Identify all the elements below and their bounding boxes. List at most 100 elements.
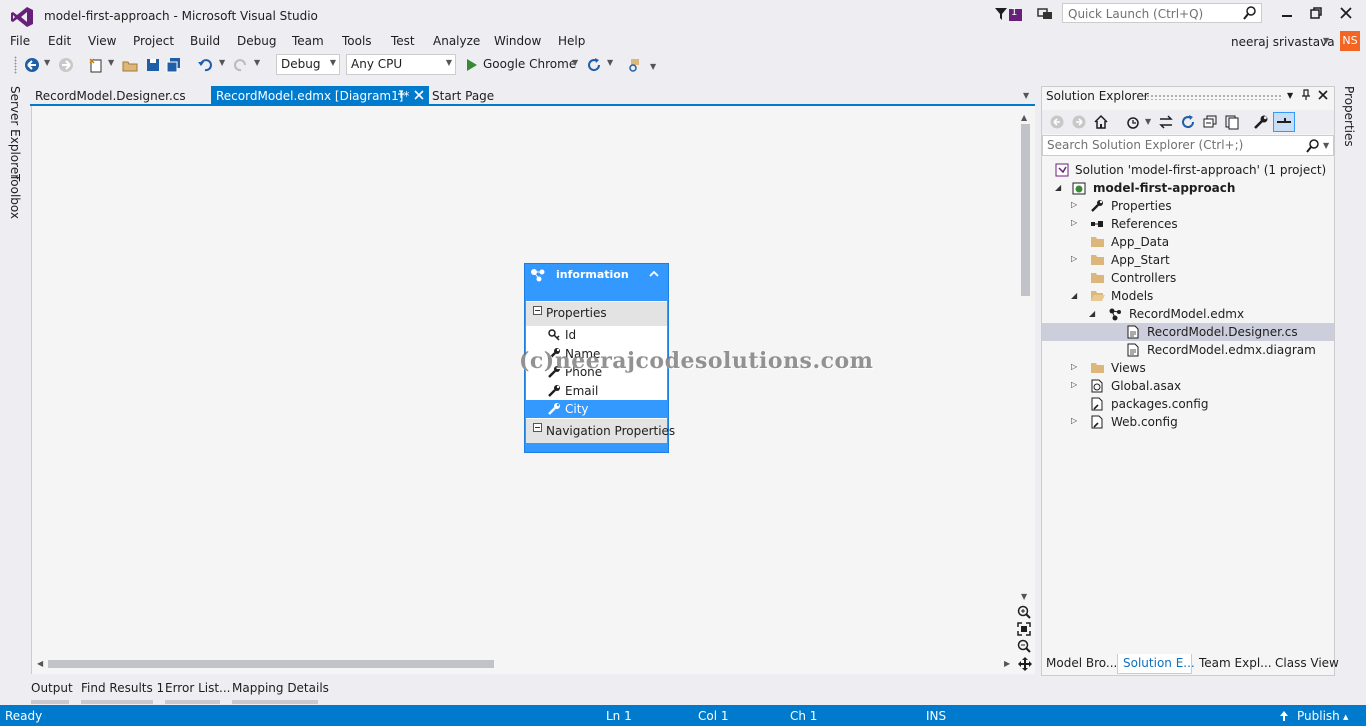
menu-file[interactable]: File bbox=[10, 34, 30, 48]
entity-name[interactable]: information bbox=[556, 268, 629, 281]
sync-with-document-icon[interactable] bbox=[1158, 114, 1174, 130]
quick-launch-input[interactable]: Quick Launch (Ctrl+Q) bbox=[1062, 3, 1262, 23]
collapsed-arrow-icon[interactable]: ▷ bbox=[1071, 200, 1077, 209]
menu-view[interactable]: View bbox=[88, 34, 116, 48]
start-target-label[interactable]: Google Chrome bbox=[483, 57, 576, 71]
collapse-entity-icon[interactable] bbox=[649, 270, 659, 278]
menu-project[interactable]: Project bbox=[133, 34, 174, 48]
scroll-up-icon[interactable]: ▲ bbox=[1021, 113, 1027, 122]
horizontal-scrollbar-thumb[interactable] bbox=[48, 660, 494, 668]
vertical-scrollbar-thumb[interactable] bbox=[1021, 124, 1030, 296]
tree-item-models[interactable] bbox=[1042, 287, 1334, 305]
toolbar-overflow-icon[interactable]: ▼ bbox=[650, 62, 656, 71]
menu-debug[interactable]: Debug bbox=[237, 34, 276, 48]
close-window-button[interactable] bbox=[1337, 6, 1355, 20]
menu-window[interactable]: Window bbox=[494, 34, 541, 48]
tab-output[interactable]: Output bbox=[31, 681, 73, 695]
close-icon[interactable] bbox=[1318, 90, 1328, 100]
collapsed-arrow-icon[interactable]: ▷ bbox=[1071, 254, 1077, 263]
start-debugging-icon[interactable] bbox=[464, 57, 480, 73]
tab-error-list[interactable]: Error List... bbox=[165, 681, 230, 695]
properties-window-tab[interactable]: Properties bbox=[1342, 86, 1356, 147]
scroll-down-icon[interactable]: ▼ bbox=[1021, 592, 1027, 601]
collapse-section-icon[interactable] bbox=[533, 423, 542, 432]
pan-icon[interactable] bbox=[1017, 656, 1033, 672]
navigate-forward-icon[interactable] bbox=[58, 57, 74, 73]
properties-wrench-icon[interactable] bbox=[1253, 114, 1269, 130]
zoom-out-icon[interactable] bbox=[1017, 639, 1031, 653]
chevron-down-icon[interactable]: ▼ bbox=[1323, 36, 1329, 45]
redo-dropdown-icon[interactable]: ▼ bbox=[254, 58, 260, 67]
scroll-right-icon[interactable]: ▶ bbox=[1004, 659, 1010, 668]
new-dropdown-icon[interactable]: ▼ bbox=[108, 58, 114, 67]
collapsed-arrow-icon[interactable]: ▷ bbox=[1071, 380, 1077, 389]
start-target-dropdown-icon[interactable]: ▼ bbox=[572, 58, 578, 67]
home-icon[interactable] bbox=[1093, 114, 1109, 130]
server-explorer-tab[interactable]: Server Explorer bbox=[8, 86, 22, 179]
expanded-arrow-icon[interactable]: ◢ bbox=[1089, 309, 1095, 318]
tab-find-results[interactable]: Find Results 1 bbox=[81, 681, 164, 695]
collapsed-arrow-icon[interactable]: ▷ bbox=[1071, 362, 1077, 371]
new-project-icon[interactable] bbox=[88, 57, 104, 73]
menu-team[interactable]: Team bbox=[292, 34, 324, 48]
refresh-dropdown-icon[interactable]: ▼ bbox=[607, 58, 613, 67]
avatar[interactable]: NS bbox=[1340, 31, 1360, 51]
solution-search-input[interactable]: Search Solution Explorer (Ctrl+;) bbox=[1042, 135, 1334, 156]
menu-tools[interactable]: Tools bbox=[342, 34, 372, 48]
zoom-to-fit-icon[interactable] bbox=[1017, 622, 1031, 636]
expanded-arrow-icon[interactable]: ◢ bbox=[1055, 183, 1061, 192]
tab-start-page[interactable]: Start Page bbox=[427, 86, 499, 106]
user-name[interactable]: neeraj srivastava bbox=[1231, 35, 1335, 49]
refresh-icon[interactable] bbox=[1180, 114, 1196, 130]
tab-record-model-designer[interactable]: RecordModel.Designer.cs bbox=[30, 86, 191, 106]
minimize-button[interactable] bbox=[1278, 6, 1296, 20]
pin-icon[interactable] bbox=[1301, 89, 1311, 101]
scroll-left-icon[interactable]: ◀ bbox=[37, 659, 43, 668]
collapsed-arrow-icon[interactable]: ▷ bbox=[1071, 416, 1077, 425]
tab-solution-explorer[interactable]: Solution E... bbox=[1117, 654, 1195, 674]
toolbar-grip[interactable] bbox=[14, 56, 17, 74]
redo-icon[interactable] bbox=[233, 57, 249, 73]
solution-platform-select[interactable]: Any CPU ▼ bbox=[346, 54, 456, 75]
back-dropdown-icon[interactable]: ▼ bbox=[44, 58, 50, 67]
forward-icon[interactable] bbox=[1071, 114, 1087, 130]
menu-test[interactable]: Test bbox=[391, 34, 415, 48]
collapsed-arrow-icon[interactable]: ▷ bbox=[1071, 218, 1077, 227]
refresh-browser-icon[interactable] bbox=[586, 57, 602, 73]
menu-edit[interactable]: Edit bbox=[48, 34, 71, 48]
tree-item-properties[interactable] bbox=[1042, 197, 1334, 215]
feedback-icon[interactable] bbox=[1036, 6, 1054, 22]
navigate-back-icon[interactable] bbox=[24, 57, 40, 73]
tab-record-model-edmx-diagram[interactable]: RecordModel.edmx [Diagram1]* bbox=[211, 86, 429, 106]
tab-team-explorer[interactable]: Team Expl... bbox=[1199, 656, 1272, 670]
tree-item-app-start[interactable] bbox=[1042, 251, 1334, 269]
tree-item-web-config[interactable] bbox=[1042, 413, 1334, 431]
pending-changes-filter-icon[interactable] bbox=[1125, 114, 1141, 130]
undo-dropdown-icon[interactable]: ▼ bbox=[219, 58, 225, 67]
open-file-icon[interactable] bbox=[122, 57, 138, 73]
tab-model-browser[interactable]: Model Bro... bbox=[1046, 656, 1117, 670]
restore-button[interactable] bbox=[1307, 6, 1325, 20]
solution-configuration-select[interactable]: Debug ▼ bbox=[276, 54, 340, 75]
search-options-dropdown-icon[interactable]: ▼ bbox=[1323, 141, 1329, 150]
filter-dropdown-icon[interactable]: ▼ bbox=[1145, 117, 1151, 126]
preview-selected-items-toggle[interactable] bbox=[1273, 112, 1295, 132]
zoom-in-icon[interactable] bbox=[1017, 605, 1031, 619]
publish-button[interactable]: Publish bbox=[1297, 709, 1340, 723]
tree-item-references[interactable] bbox=[1042, 215, 1334, 233]
notifications-icon[interactable] bbox=[994, 6, 1024, 24]
show-all-files-icon[interactable] bbox=[1224, 114, 1240, 130]
menu-help[interactable]: Help bbox=[558, 34, 585, 48]
back-icon[interactable] bbox=[1049, 114, 1065, 130]
save-icon[interactable] bbox=[145, 57, 161, 73]
undo-icon[interactable] bbox=[197, 57, 213, 73]
menu-build[interactable]: Build bbox=[190, 34, 220, 48]
tree-item-app-data[interactable] bbox=[1042, 233, 1334, 251]
pin-icon[interactable] bbox=[396, 89, 406, 101]
collapse-section-icon[interactable] bbox=[533, 306, 542, 315]
panel-grip[interactable] bbox=[1142, 94, 1282, 100]
panel-menu-icon[interactable]: ▼ bbox=[1287, 91, 1293, 100]
tree-item-controllers[interactable] bbox=[1042, 269, 1334, 287]
expanded-arrow-icon[interactable]: ◢ bbox=[1071, 291, 1077, 300]
tree-item-views[interactable] bbox=[1042, 359, 1334, 377]
